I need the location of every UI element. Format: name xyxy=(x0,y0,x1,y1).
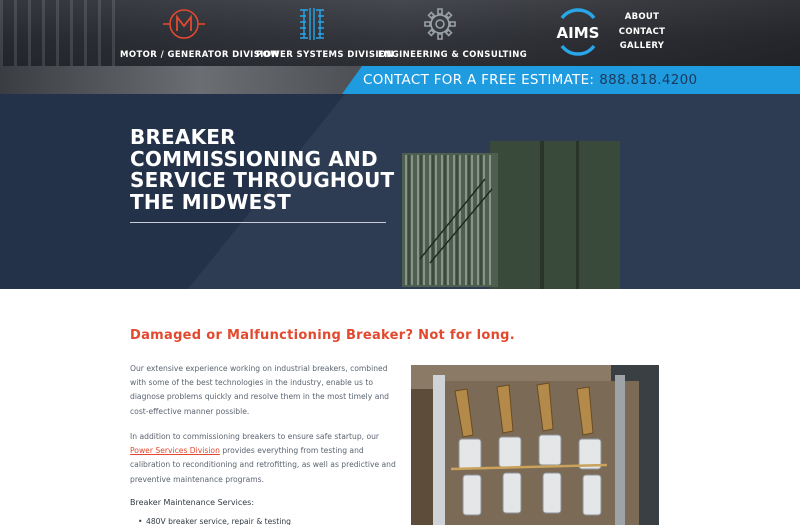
breaker-repair-photo xyxy=(411,365,659,525)
nav-label: POWER SYSTEMS DIVISION xyxy=(256,50,395,60)
intro-paragraph: Our extensive experience working on indu… xyxy=(130,364,389,416)
gallery-link[interactable]: GALLERY xyxy=(612,39,672,54)
aims-logo-icon: AIMS xyxy=(557,8,600,56)
nav-label: ENGINEERING & CONSULTING xyxy=(378,50,528,60)
hero-title-line: THE MIDWEST xyxy=(130,189,291,214)
estimate-label: CONTACT FOR A FREE ESTIMATE: xyxy=(363,72,595,88)
contact-link[interactable]: CONTACT xyxy=(612,25,672,40)
breaker-unit-image xyxy=(402,141,620,289)
logo-text: AIMS xyxy=(557,24,600,42)
gear-icon xyxy=(424,8,456,40)
estimate-phone[interactable]: 888.818.4200 xyxy=(599,72,697,88)
nav-power-systems-division[interactable]: POWER SYSTEMS DIVISION xyxy=(256,6,395,60)
hero-banner: BREAKER COMMISSIONING AND SERVICE THROUG… xyxy=(0,94,800,289)
section-heading: Damaged or Malfunctioning Breaker? Not f… xyxy=(130,328,516,343)
paragraph-text: In addition to commissioning breakers to… xyxy=(130,432,380,441)
transformer-icon xyxy=(300,8,324,40)
hero-title: BREAKER COMMISSIONING AND SERVICE THROUG… xyxy=(130,125,410,214)
hero-title-line: BREAKER xyxy=(130,125,236,149)
nav-label: MOTOR / GENERATOR DIVISION xyxy=(120,50,279,60)
list-item: 480V breaker service, repair & testing xyxy=(138,516,398,525)
free-estimate-bar[interactable]: CONTACT FOR A FREE ESTIMATE: 888.818.420… xyxy=(342,66,800,94)
hero-divider xyxy=(130,222,386,223)
site-header: MOTOR / GENERATOR DIVISION POWER SYSTEMS… xyxy=(0,0,800,94)
top-links: ABOUT CONTACT GALLERY xyxy=(612,10,672,54)
service-list: 480V breaker service, repair & testing xyxy=(138,516,398,525)
nav-engineering-consulting[interactable]: ENGINEERING & CONSULTING xyxy=(378,6,528,60)
power-services-division-link[interactable]: Power Services Division xyxy=(130,446,220,455)
motor-m-icon xyxy=(163,9,205,39)
services-list-heading: Breaker Maintenance Services: xyxy=(130,498,255,507)
hero-title-line: SERVICE THROUGHOUT xyxy=(130,168,395,192)
nav-motor-generator-division[interactable]: MOTOR / GENERATOR DIVISION xyxy=(120,6,279,60)
aims-logo[interactable]: AIMS xyxy=(552,8,604,56)
breaker-photo-illustration xyxy=(411,365,659,525)
services-paragraph: In addition to commissioning breakers to… xyxy=(130,430,402,487)
hero-title-line: COMMISSIONING AND xyxy=(130,146,378,171)
about-link[interactable]: ABOUT xyxy=(612,10,672,25)
